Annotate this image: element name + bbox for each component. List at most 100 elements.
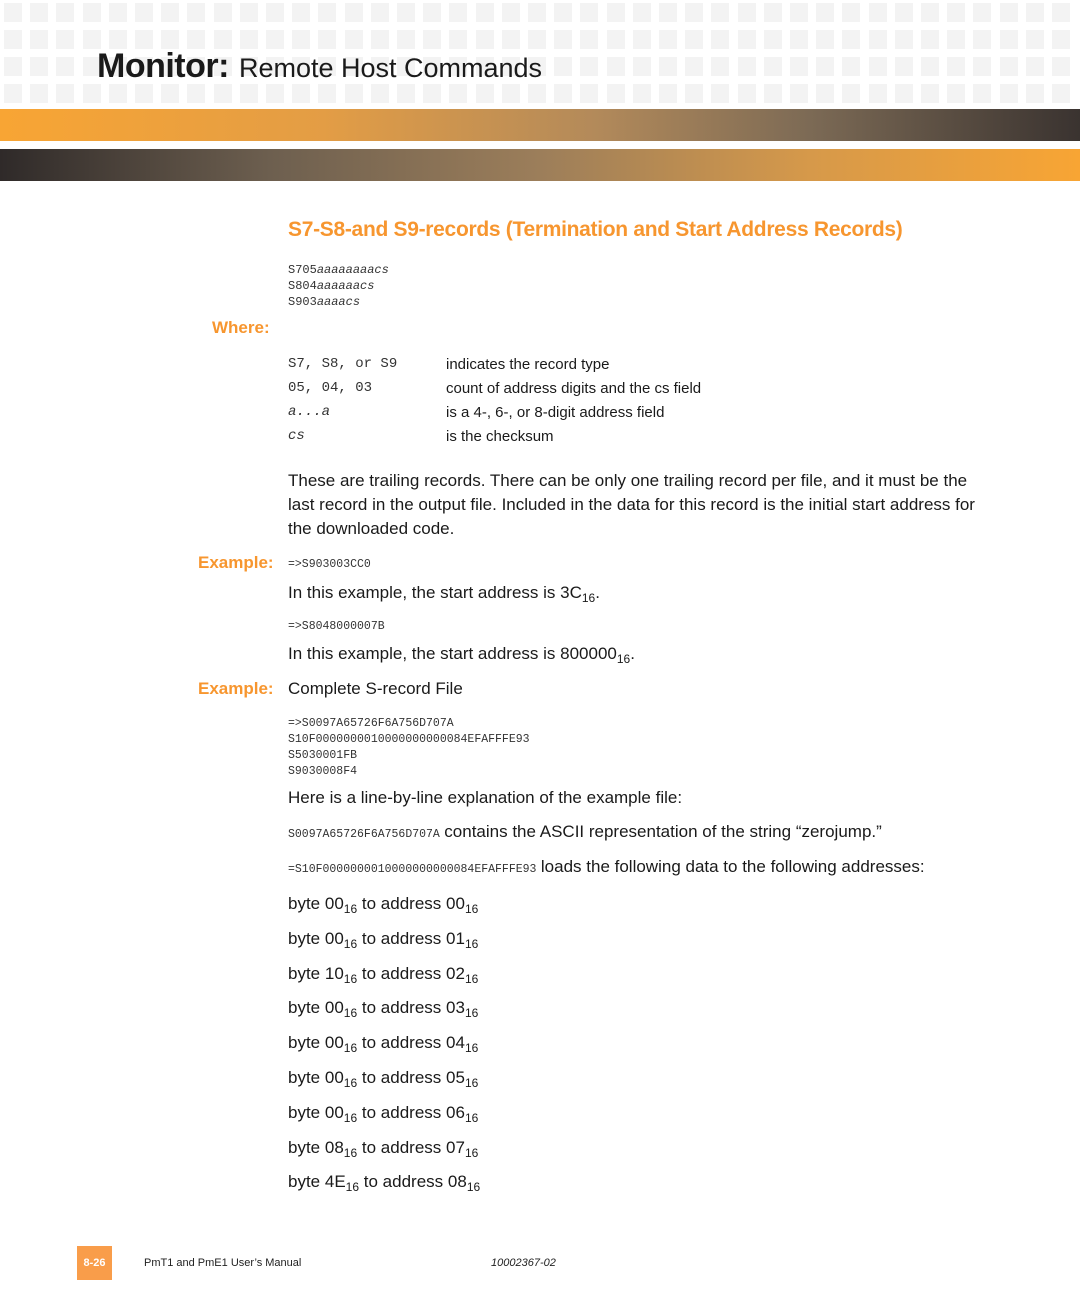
- to-address-word: to address: [361, 1137, 442, 1157]
- address-radix: 16: [464, 971, 479, 986]
- byte-word: byte: [288, 1172, 321, 1192]
- byte-row: byte 0016 to address 0416: [288, 1029, 480, 1064]
- header-tile: [370, 3, 389, 22]
- header-tile: [318, 3, 337, 22]
- byte-row: byte 0016 to address 0616: [288, 1099, 480, 1134]
- header-tile: [947, 30, 966, 49]
- address-value: 00: [446, 894, 465, 913]
- address-radix: 16: [466, 1180, 481, 1195]
- header-tile: [423, 3, 442, 22]
- chapter-subtitle: Remote Host Commands: [238, 53, 543, 83]
- syntax-prefix: S903: [288, 295, 317, 309]
- explanation-line1: S0097A65726F6A756D707A contains the ASCI…: [288, 822, 882, 842]
- header-tile: [921, 57, 939, 76]
- where-key: S7, S8, or S9: [288, 356, 398, 372]
- where-row: a...a is a 4-, 6-, or 8-digit address fi…: [288, 400, 701, 424]
- address-radix: 16: [464, 1145, 479, 1160]
- chapter-section: Monitor:: [97, 47, 229, 85]
- header-tile: [606, 3, 625, 22]
- byte-row: byte 0816 to address 0716: [288, 1134, 480, 1169]
- page-number-badge: 8-26: [77, 1246, 112, 1280]
- byte-radix: 16: [345, 1180, 360, 1195]
- header-tile: [947, 84, 966, 103]
- to-address-word: to address: [361, 1102, 442, 1122]
- header-tile: [292, 3, 311, 22]
- description-paragraph: These are trailing records. There can be…: [288, 471, 975, 538]
- header-tile: [606, 30, 625, 49]
- header-tile: [606, 57, 625, 76]
- header-tile: [763, 30, 782, 49]
- byte-word: byte: [288, 1137, 321, 1157]
- header-tile: [973, 84, 992, 103]
- header-tile: [711, 3, 730, 22]
- to-address-word: to address: [361, 928, 442, 948]
- where-desc: is a 4-, 6-, or 8-digit address field: [446, 403, 665, 421]
- address-value: 06: [446, 1102, 465, 1122]
- header-tile: [30, 30, 49, 49]
- header-tile: [868, 3, 887, 22]
- srecord-line: S5030001FB: [288, 749, 358, 762]
- byte-word: byte: [288, 894, 321, 913]
- syntax-variable: aaaaaaaacs: [316, 263, 389, 277]
- address-radix: 16: [464, 936, 479, 951]
- syntax-variable: aaaacs: [316, 295, 361, 309]
- byte-word: byte: [288, 963, 321, 983]
- address-radix: 16: [464, 1075, 479, 1090]
- header-tile: [580, 30, 599, 49]
- header-tile: [239, 3, 258, 22]
- header-tile: [842, 57, 861, 76]
- address-value: 07: [446, 1137, 465, 1157]
- syntax-line: S705aaaaaaaacs: [288, 262, 389, 278]
- header-tile: [108, 3, 127, 22]
- header-tile: [475, 3, 494, 22]
- byte-value: 00: [324, 1102, 344, 1122]
- to-address-word: to address: [361, 1067, 442, 1087]
- header-tile: [266, 3, 284, 22]
- header-tile: [685, 3, 704, 22]
- header-tile: [685, 57, 704, 76]
- header-tile: [161, 3, 180, 22]
- header-tile: [580, 3, 599, 22]
- header-tile: [580, 84, 599, 103]
- header-tile: [685, 30, 704, 49]
- header-tile: [187, 3, 206, 22]
- header-tile: [711, 57, 730, 76]
- byte-value: 00: [324, 1067, 344, 1087]
- where-row: 05, 04, 03 count of address digits and t…: [288, 376, 701, 400]
- address-value: 04: [446, 1033, 465, 1053]
- header-tile: [737, 84, 756, 103]
- header-tile: [947, 57, 966, 76]
- byte-radix: 16: [343, 902, 358, 916]
- byte-radix: 16: [343, 1145, 358, 1160]
- example2-code: =>S8048000007B: [288, 620, 385, 633]
- srecord-line: =>S0097A65726F6A756D707A: [288, 717, 454, 730]
- header-tile: [1025, 84, 1044, 103]
- header-tile: [344, 3, 363, 22]
- byte-word: byte: [288, 1067, 321, 1087]
- header-tile: [501, 3, 520, 22]
- byte-value: 00: [324, 998, 344, 1018]
- header-tile: [816, 84, 835, 103]
- srecord-line: S10F0000000010000000000084EFAFFFE93: [288, 733, 530, 746]
- syntax-variable: aaaaaacs: [316, 279, 375, 293]
- byte-word: byte: [288, 1033, 321, 1053]
- header-tile: [449, 3, 468, 22]
- example3-title: Complete S-record File: [288, 679, 463, 698]
- address-value: 05: [446, 1067, 465, 1087]
- header-tile: [659, 30, 677, 49]
- byte-row: byte 1016 to address 0216: [288, 960, 480, 995]
- header-tile: [842, 3, 861, 22]
- header-tile: [921, 30, 939, 49]
- text: In this example, the start address is 3C: [288, 583, 582, 602]
- where-row: cs is the checksum: [288, 424, 701, 448]
- footer-doc-number: 10002367-02: [491, 1257, 556, 1269]
- header-tile: [135, 3, 153, 22]
- byte-radix: 16: [343, 1006, 358, 1021]
- header-tile: [816, 30, 835, 49]
- address-value: 01: [446, 928, 465, 948]
- section-heading: S7-S8-and S9-records (Termination and St…: [288, 218, 903, 241]
- byte-value: 00: [324, 1033, 344, 1053]
- byte-row: byte 0016 to address 0016: [288, 890, 480, 925]
- record-syntax: S705aaaaaaaacs S804aaaaaacs S903aaaacs: [288, 262, 389, 310]
- header-tile: [82, 3, 101, 22]
